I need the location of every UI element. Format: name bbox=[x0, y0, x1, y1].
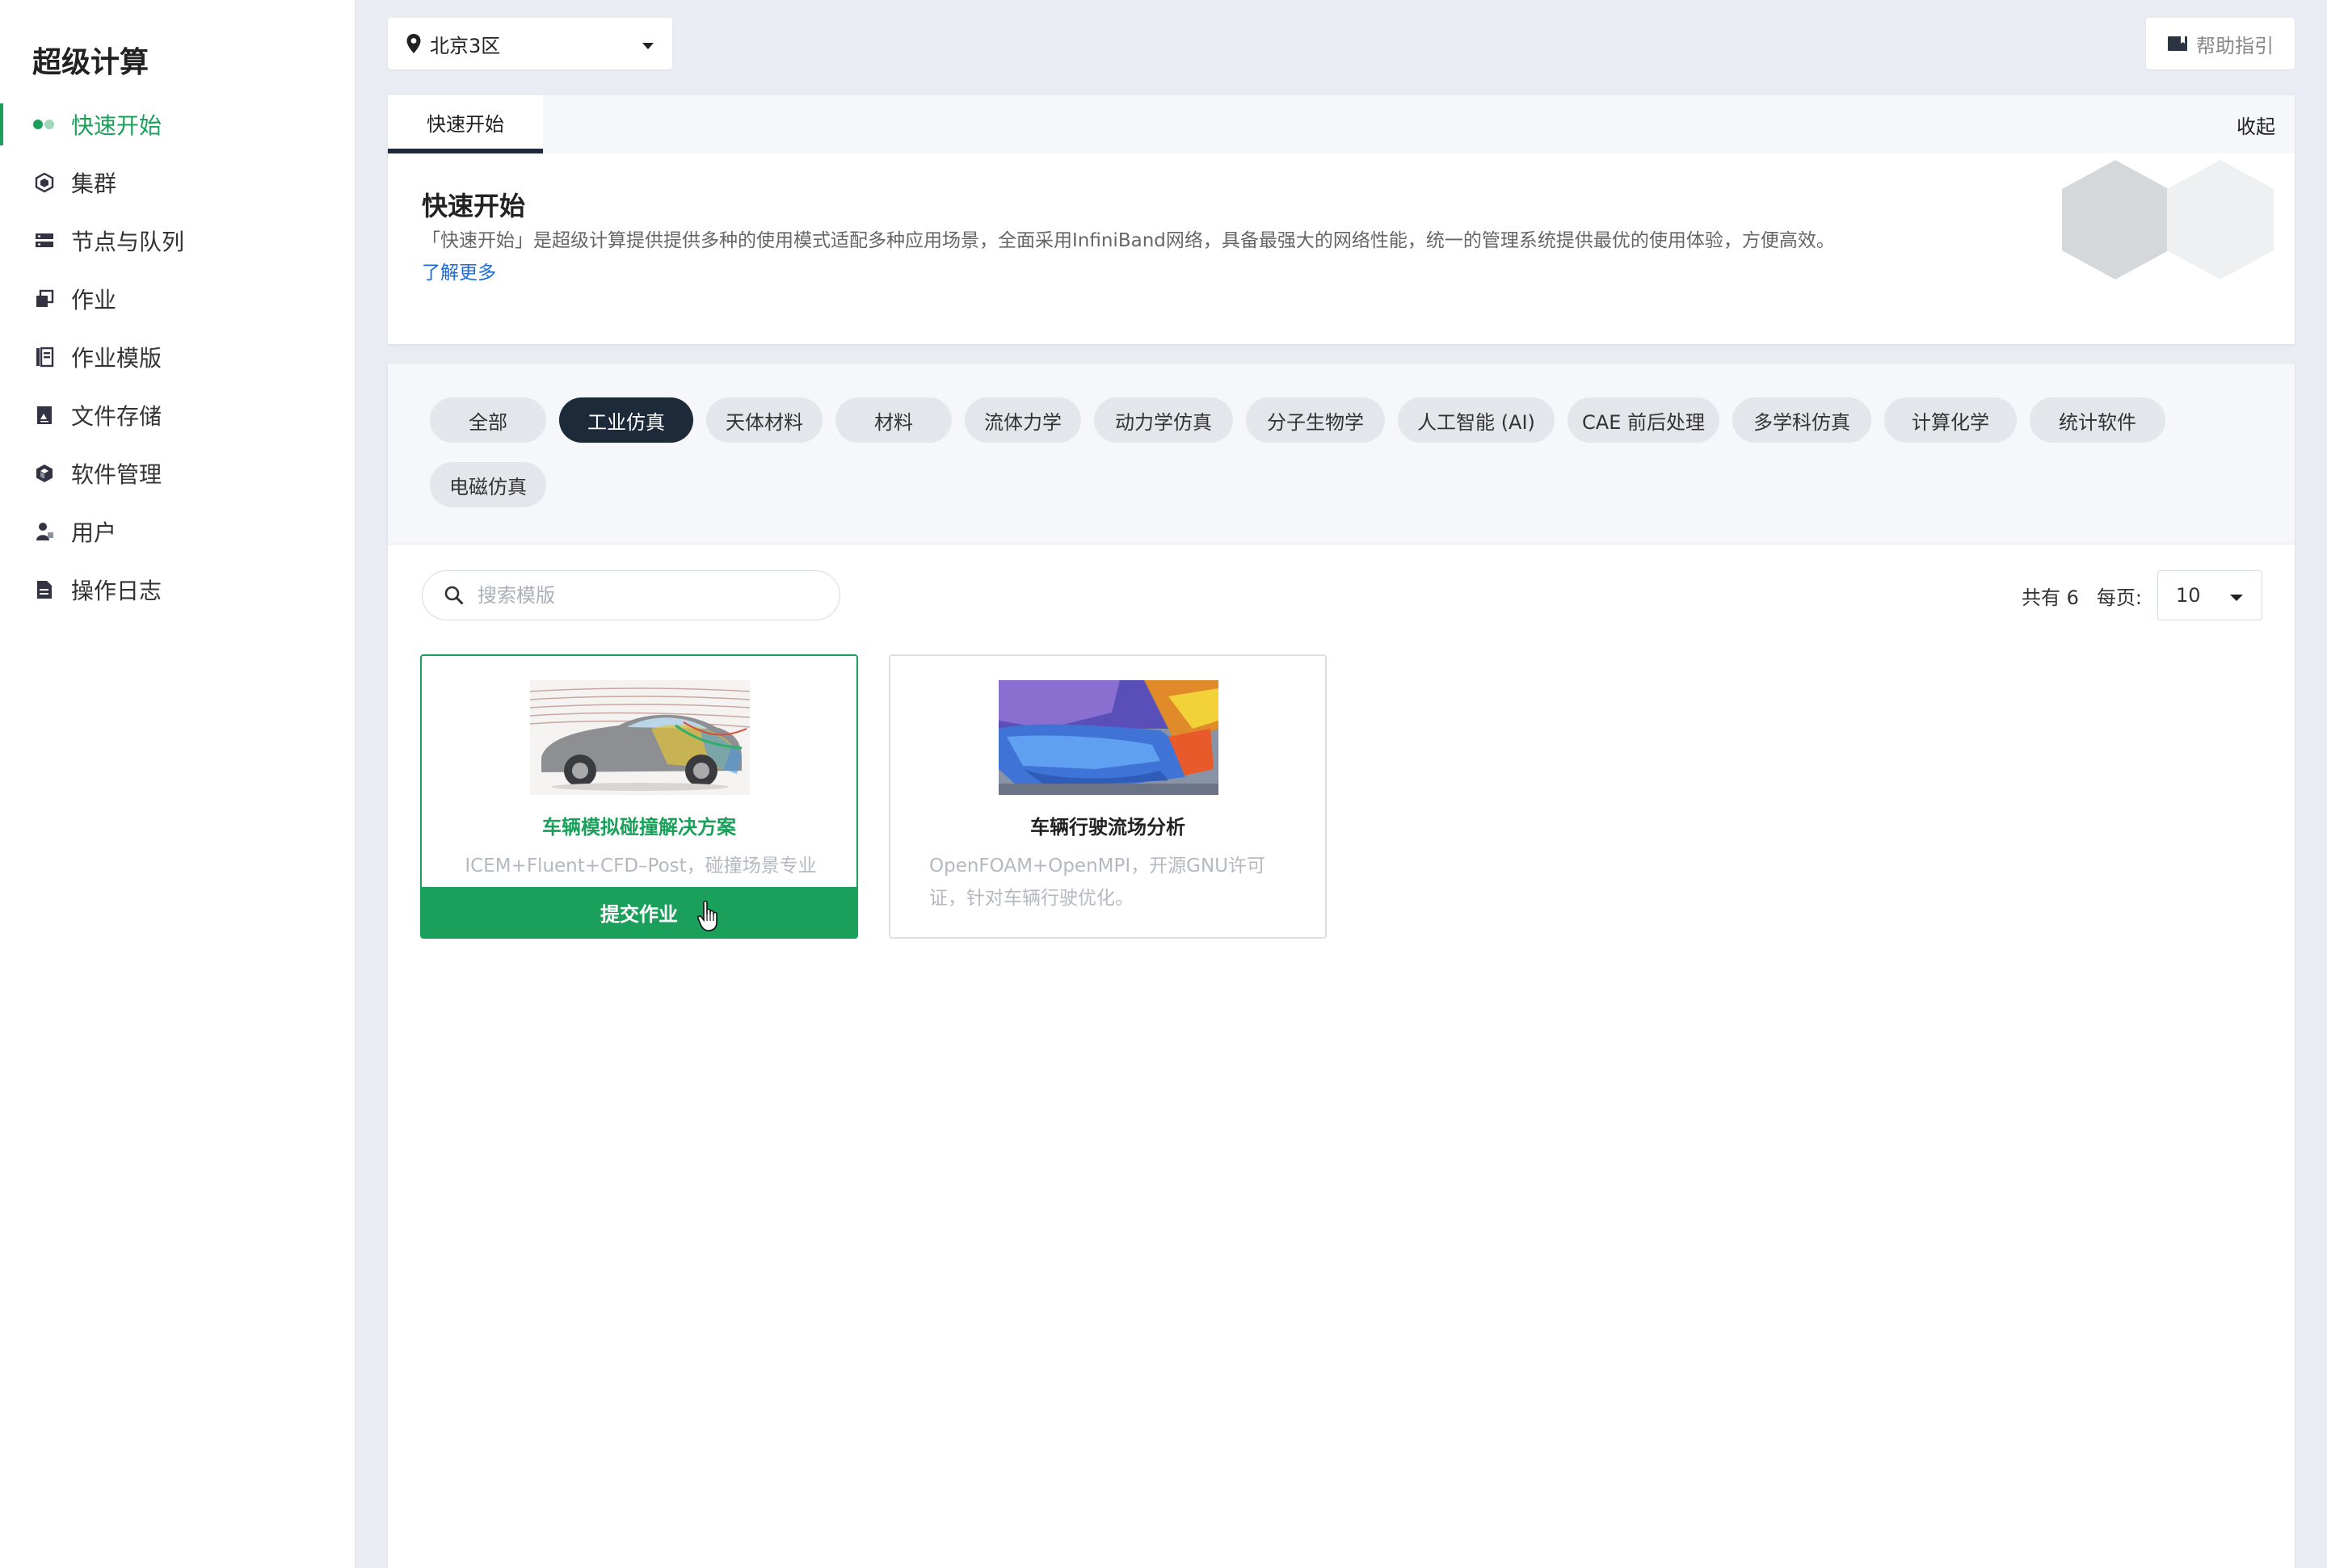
sidebar-item-label: 快速开始 bbox=[71, 112, 162, 139]
filter-chip-dynamics-simulation[interactable]: 动力学仿真 bbox=[1094, 397, 1233, 443]
template-icon bbox=[32, 345, 57, 369]
app-title: 超级计算 bbox=[32, 46, 149, 79]
caret-down-icon bbox=[642, 32, 654, 55]
template-panel: 全部 工业仿真 天体材料 材料 流体力学 动力学仿真 分子生物学 人工智能 (A… bbox=[388, 364, 2295, 1568]
pagination-info: 共有 6 每页: bbox=[2022, 570, 2142, 620]
page-size-value: 10 bbox=[2176, 584, 2201, 607]
tab-quick-start[interactable]: 快速开始 bbox=[388, 95, 543, 153]
sidebar-item-cluster[interactable]: 集群 bbox=[0, 153, 356, 212]
search-box bbox=[422, 570, 840, 620]
filter-chip-cae-processing[interactable]: CAE 前后处理 bbox=[1567, 397, 1719, 443]
sidebar-item-quick-start[interactable]: 快速开始 bbox=[0, 95, 356, 153]
filter-chip-industrial-simulation[interactable]: 工业仿真 bbox=[559, 397, 693, 443]
hexagon-decoration bbox=[2062, 160, 2274, 280]
filter-chip-electromagnetic[interactable]: 电磁仿真 bbox=[430, 462, 546, 507]
search-input[interactable] bbox=[478, 584, 801, 607]
page-size-select[interactable]: 10 bbox=[2157, 570, 2262, 620]
location-pin-icon bbox=[406, 33, 422, 54]
card-title: 车辆行驶流场分析 bbox=[1030, 816, 1185, 839]
car-crash-image bbox=[530, 680, 750, 795]
region-selector[interactable]: 北京3区 bbox=[388, 18, 672, 69]
sidebar-item-nodes-queues[interactable]: 节点与队列 bbox=[0, 212, 356, 270]
submit-job-button[interactable]: 提交作业 bbox=[422, 887, 856, 937]
per-page-label: 每页: bbox=[2096, 586, 2142, 609]
sidebar-item-file-storage[interactable]: 文件存储 bbox=[0, 386, 356, 444]
template-card[interactable]: 车辆模拟碰撞解决方案 ICEM+Fluent+CFD–Post，碰撞场景专业 提… bbox=[420, 654, 858, 939]
package-icon bbox=[32, 461, 57, 486]
book-icon bbox=[2167, 35, 2188, 53]
filter-chip-fluid-mechanics[interactable]: 流体力学 bbox=[965, 397, 1081, 443]
filter-chip-computational-chemistry[interactable]: 计算化学 bbox=[1884, 397, 2017, 443]
intro-title: 快速开始 bbox=[422, 191, 526, 221]
help-guide-button[interactable]: 帮助指引 bbox=[2146, 18, 2295, 69]
intro-tabbar: 快速开始 收起 bbox=[388, 95, 2295, 153]
sidebar: 超级计算 快速开始 集群 节点与队列 作业 作业模版 文件存储 软件管理 用户 … bbox=[0, 0, 356, 1568]
filter-chip-materials[interactable]: 材料 bbox=[835, 397, 952, 443]
sidebar-item-operation-log[interactable]: 操作日志 bbox=[0, 561, 356, 619]
caret-down-icon bbox=[2229, 584, 2244, 607]
storage-icon bbox=[32, 403, 57, 427]
sidebar-item-jobs[interactable]: 作业 bbox=[0, 270, 356, 328]
learn-more-link[interactable]: 了解更多 bbox=[422, 263, 496, 284]
card-description: ICEM+Fluent+CFD–Post，碰撞场景专业 bbox=[465, 855, 817, 876]
cube-icon bbox=[32, 170, 57, 195]
intro-panel: 快速开始 收起 快速开始 「快速开始」是超级计算提供提供多种的使用模式适配多种应… bbox=[388, 95, 2295, 344]
region-value: 北京3区 bbox=[430, 34, 501, 57]
intro-description: 「快速开始」是超级计算提供提供多种的使用模式适配多种应用场景，全面采用Infin… bbox=[422, 225, 1844, 289]
sidebar-item-users[interactable]: 用户 bbox=[0, 502, 356, 561]
filter-chip-ai[interactable]: 人工智能 (AI) bbox=[1398, 397, 1555, 443]
card-description: OpenFOAM+OpenMPI，开源GNU许可证，针对车辆行驶优化。 bbox=[929, 855, 1265, 909]
help-guide-label: 帮助指引 bbox=[2196, 34, 2274, 57]
card-title: 车辆模拟碰撞解决方案 bbox=[542, 816, 736, 839]
sidebar-item-job-templates[interactable]: 作业模版 bbox=[0, 328, 356, 386]
car-flow-image bbox=[999, 680, 1218, 795]
dots-icon bbox=[32, 112, 57, 137]
server-icon bbox=[32, 229, 57, 253]
filter-chip-multidisciplinary[interactable]: 多学科仿真 bbox=[1732, 397, 1871, 443]
template-card[interactable]: 车辆行驶流场分析 OpenFOAM+OpenMPI，开源GNU许可证，针对车辆行… bbox=[889, 654, 1327, 939]
sidebar-item-label: 软件管理 bbox=[71, 461, 162, 488]
sidebar-item-label: 文件存储 bbox=[71, 403, 162, 430]
category-filters: 全部 工业仿真 天体材料 材料 流体力学 动力学仿真 分子生物学 人工智能 (A… bbox=[388, 364, 2295, 544]
filter-chip-all[interactable]: 全部 bbox=[430, 397, 546, 443]
total-count: 共有 6 bbox=[2022, 586, 2079, 609]
collapse-button[interactable]: 收起 bbox=[2237, 95, 2275, 153]
filter-chip-molecular-biology[interactable]: 分子生物学 bbox=[1246, 397, 1385, 443]
search-icon bbox=[444, 585, 465, 606]
sidebar-item-label: 作业模版 bbox=[71, 345, 162, 372]
filter-chip-astro-materials[interactable]: 天体材料 bbox=[706, 397, 823, 443]
filter-chip-statistics-software[interactable]: 统计软件 bbox=[2030, 397, 2165, 443]
sidebar-item-label: 集群 bbox=[71, 170, 117, 197]
sidebar-item-label: 用户 bbox=[71, 519, 117, 546]
log-icon bbox=[32, 578, 57, 602]
job-icon bbox=[32, 287, 57, 311]
sidebar-item-label: 节点与队列 bbox=[71, 229, 185, 255]
sidebar-nav: 快速开始 集群 节点与队列 作业 作业模版 文件存储 软件管理 用户 操作日志 bbox=[0, 95, 356, 619]
sidebar-item-label: 作业 bbox=[71, 287, 117, 313]
hand-cursor-icon bbox=[697, 900, 717, 931]
sidebar-item-software[interactable]: 软件管理 bbox=[0, 444, 356, 502]
intro-description-text: 「快速开始」是超级计算提供提供多种的使用模式适配多种应用场景，全面采用Infin… bbox=[422, 230, 1835, 251]
user-icon bbox=[32, 519, 57, 544]
sidebar-item-label: 操作日志 bbox=[71, 578, 162, 604]
